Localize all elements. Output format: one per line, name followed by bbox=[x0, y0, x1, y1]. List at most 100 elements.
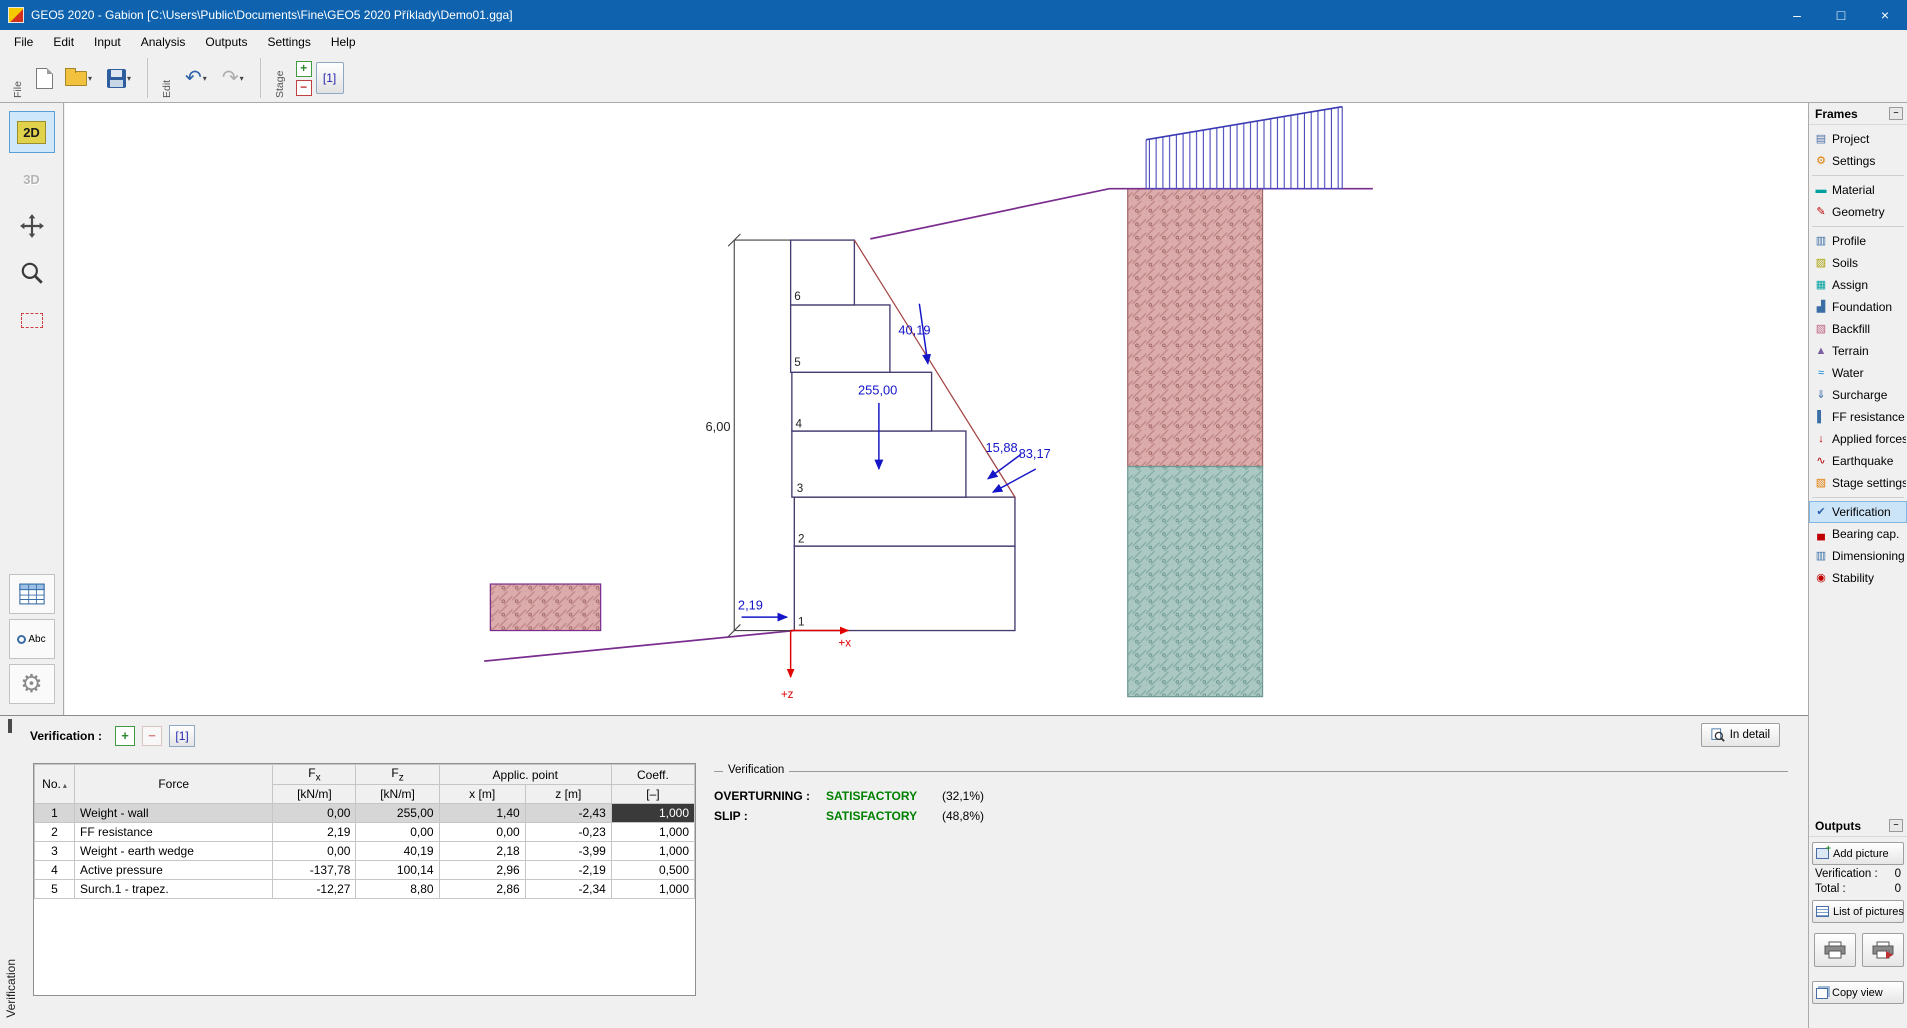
copy-view-button[interactable]: Copy view bbox=[1812, 981, 1904, 1004]
menu-help[interactable]: Help bbox=[321, 32, 366, 52]
frame-item-bearing-cap[interactable]: ▄Bearing cap. bbox=[1809, 523, 1907, 545]
frame-item-assign[interactable]: ▦Assign bbox=[1809, 274, 1907, 296]
frame-item-project[interactable]: ▤Project bbox=[1809, 128, 1907, 150]
frame-item-soils[interactable]: ▨Soils bbox=[1809, 252, 1907, 274]
add-picture-button[interactable]: Add picture bbox=[1812, 842, 1904, 865]
menu-edit[interactable]: Edit bbox=[43, 32, 84, 52]
frames-separator bbox=[1812, 175, 1904, 176]
frame-item-backfill[interactable]: ▧Backfill bbox=[1809, 318, 1907, 340]
verification-group-caption: Verification bbox=[714, 766, 1788, 776]
copy-view-icon bbox=[1816, 988, 1828, 999]
stage-remove-button[interactable]: − bbox=[296, 80, 312, 96]
add-verification-button[interactable]: + bbox=[115, 726, 135, 746]
gear-icon: ⚙ bbox=[20, 672, 42, 697]
frame-item-stability[interactable]: ◉Stability bbox=[1809, 567, 1907, 589]
frames-minimize-button[interactable]: – bbox=[1889, 107, 1903, 120]
col-fx[interactable]: Fx bbox=[273, 765, 356, 785]
verification-stage-button[interactable]: [1] bbox=[169, 725, 195, 747]
save-file-button[interactable]: ▾ bbox=[103, 65, 138, 92]
col-no[interactable]: No.▴ bbox=[35, 765, 75, 804]
redo-button[interactable]: ↷ ▾ bbox=[218, 64, 251, 92]
frame-item-profile[interactable]: ▥Profile bbox=[1809, 230, 1907, 252]
col-applic-point[interactable]: Applic. point bbox=[439, 765, 611, 785]
annotation-button[interactable]: Abc bbox=[9, 619, 55, 659]
stage-number-button[interactable]: [1] bbox=[316, 62, 344, 94]
project-icon: ▤ bbox=[1814, 134, 1828, 145]
table-row[interactable]: 1 Weight - wall 0,00 255,00 1,40 -2,43 1… bbox=[35, 804, 695, 823]
minimize-button[interactable]: – bbox=[1775, 0, 1819, 30]
menu-file[interactable]: File bbox=[4, 32, 43, 52]
gabion-wall bbox=[791, 240, 1015, 630]
table-row[interactable]: 3 Weight - earth wedge 0,00 40,19 2,18 -… bbox=[35, 842, 695, 861]
soils-icon: ▨ bbox=[1814, 258, 1828, 269]
frame-item-material[interactable]: ▬Material bbox=[1809, 179, 1907, 201]
undo-button[interactable]: ↶ ▾ bbox=[181, 64, 214, 92]
forces-table: No.▴ Force Fx Fz Applic. point Coeff. [k… bbox=[34, 764, 695, 899]
view-2d-icon: 2D bbox=[17, 121, 46, 144]
toolbar-separator bbox=[147, 58, 148, 98]
frame-item-water[interactable]: ≈Water bbox=[1809, 362, 1907, 384]
terrain-icon: ▲ bbox=[1814, 346, 1828, 357]
frame-select-tool-button[interactable] bbox=[9, 299, 55, 341]
maximize-button[interactable]: □ bbox=[1819, 0, 1863, 30]
drawing-settings-button[interactable]: ⚙ bbox=[9, 664, 55, 704]
menu-input[interactable]: Input bbox=[84, 32, 131, 52]
outputs-minimize-button[interactable]: – bbox=[1889, 819, 1903, 832]
menu-analysis[interactable]: Analysis bbox=[131, 32, 196, 52]
open-folder-icon bbox=[65, 71, 87, 86]
menu-outputs[interactable]: Outputs bbox=[195, 32, 257, 52]
add-picture-icon bbox=[1816, 848, 1829, 859]
terrain-line bbox=[870, 189, 1373, 239]
frame-item-settings[interactable]: ⚙Settings bbox=[1809, 150, 1907, 172]
undo-dropdown-icon[interactable]: ▾ bbox=[203, 74, 207, 83]
pan-tool-button[interactable] bbox=[9, 205, 55, 247]
new-file-button[interactable] bbox=[32, 64, 57, 93]
frame-item-applied-forces[interactable]: ↓Applied forces bbox=[1809, 428, 1907, 450]
frames-separator bbox=[1812, 226, 1904, 227]
frame-item-earthquake[interactable]: ∿Earthquake bbox=[1809, 450, 1907, 472]
stage-add-button[interactable]: + bbox=[296, 61, 312, 77]
open-file-button[interactable]: ▾ bbox=[61, 67, 99, 90]
settings-gear-icon: ⚙ bbox=[1814, 156, 1828, 167]
list-of-pictures-button[interactable]: List of pictures bbox=[1812, 900, 1904, 923]
selected-coeff-cell[interactable]: 1,000 bbox=[611, 804, 694, 823]
surcharge-icon: ⇓ bbox=[1814, 390, 1828, 401]
dimension-label: 6,00 bbox=[706, 419, 731, 434]
magnifier-icon bbox=[19, 260, 45, 286]
open-dropdown-icon[interactable]: ▾ bbox=[88, 74, 92, 83]
table-row[interactable]: 5 Surch.1 - trapez. -12,27 8,80 2,86 -2,… bbox=[35, 880, 695, 899]
zoom-tool-button[interactable] bbox=[9, 252, 55, 294]
frame-item-geometry[interactable]: ✎Geometry bbox=[1809, 201, 1907, 223]
save-dropdown-icon[interactable]: ▾ bbox=[127, 74, 131, 83]
remove-verification-button[interactable]: − bbox=[142, 726, 162, 746]
verification-count: 0 bbox=[1895, 868, 1901, 880]
table-row[interactable]: 2 FF resistance 2,19 0,00 0,00 -0,23 1,0… bbox=[35, 823, 695, 842]
save-icon bbox=[107, 69, 126, 88]
frame-item-foundation[interactable]: ▟Foundation bbox=[1809, 296, 1907, 318]
print-button[interactable] bbox=[1814, 933, 1856, 967]
in-detail-button[interactable]: In detail bbox=[1701, 723, 1780, 747]
magnifier-detail-icon bbox=[1711, 728, 1725, 742]
view-3d-button[interactable]: 3D bbox=[9, 158, 55, 200]
frame-item-dimensioning[interactable]: ▥Dimensioning bbox=[1809, 545, 1907, 567]
col-force[interactable]: Force bbox=[75, 765, 273, 804]
col-coeff[interactable]: Coeff. bbox=[611, 765, 694, 785]
slip-utilization: (48,8%) bbox=[942, 806, 984, 826]
drawing-canvas[interactable]: 6,00 1 2 3 4 5 6 +x +z bbox=[65, 103, 1808, 715]
print-list-button[interactable] bbox=[1862, 933, 1904, 967]
close-button[interactable]: × bbox=[1863, 0, 1907, 30]
panel-splitter-grip[interactable] bbox=[8, 719, 12, 733]
frame-item-stage-settings[interactable]: ▧Stage settings bbox=[1809, 472, 1907, 494]
view-2d-button[interactable]: 2D bbox=[9, 111, 55, 153]
material-icon: ▬ bbox=[1814, 185, 1828, 196]
frame-item-verification[interactable]: ✔Verification bbox=[1809, 501, 1907, 523]
frame-item-surcharge[interactable]: ⇓Surcharge bbox=[1809, 384, 1907, 406]
redo-dropdown-icon[interactable]: ▾ bbox=[240, 74, 244, 83]
menu-settings[interactable]: Settings bbox=[257, 32, 320, 52]
frame-item-terrain[interactable]: ▲Terrain bbox=[1809, 340, 1907, 362]
col-fz[interactable]: Fz bbox=[356, 765, 439, 785]
frame-item-ff-resistance[interactable]: ▌FF resistance bbox=[1809, 406, 1907, 428]
table-view-button[interactable] bbox=[9, 574, 55, 614]
frames-separator bbox=[1812, 497, 1904, 498]
table-row[interactable]: 4 Active pressure -137,78 100,14 2,96 -2… bbox=[35, 861, 695, 880]
